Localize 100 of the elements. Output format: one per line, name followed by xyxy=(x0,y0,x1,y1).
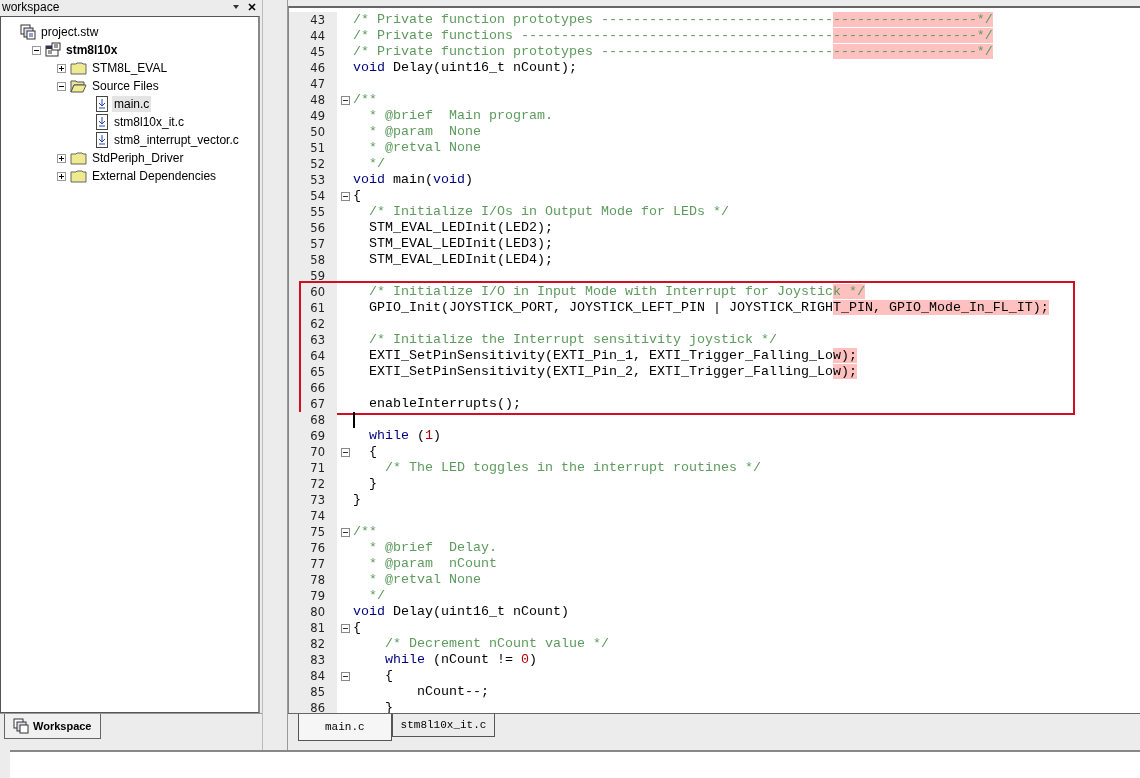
tree-item[interactable]: StdPeriph_Driver xyxy=(90,150,186,166)
line-number: 63 xyxy=(289,332,337,348)
tree-item[interactable]: stm8_interrupt_vector.c xyxy=(112,132,241,148)
code-line: nCount--; xyxy=(416,684,489,700)
line-number: 75 xyxy=(289,524,337,540)
tree-item[interactable]: STM8L_EVAL xyxy=(90,60,170,76)
line-number: 69 xyxy=(289,428,337,444)
workspace-icon xyxy=(20,24,36,40)
line-number: 56 xyxy=(289,220,337,236)
code-line: STM_EVAL_LEDInit(LED4); xyxy=(368,252,553,268)
file-tab[interactable]: main.c xyxy=(298,714,392,741)
line-number: 85 xyxy=(289,684,337,700)
line-number: 66 xyxy=(289,380,337,396)
code-line: /* Initialize I/Os in Output Mode for LEDs */ xyxy=(368,204,729,220)
line-number: 77 xyxy=(289,556,337,572)
line-number: 58 xyxy=(289,252,337,268)
code-line: } xyxy=(353,492,361,508)
tree-item[interactable]: main.c xyxy=(112,96,152,112)
line-number: 82 xyxy=(289,636,337,652)
file-tab[interactable]: stm8l10x_it.c xyxy=(391,714,496,737)
line-number: 67 xyxy=(289,396,337,412)
line-number: 47 xyxy=(289,76,337,92)
code-line: while (nCount != 0) xyxy=(384,652,537,668)
line-number: 57 xyxy=(289,236,337,252)
source-file-icon xyxy=(95,96,109,112)
collapse-icon[interactable] xyxy=(56,81,66,91)
code-line: /** xyxy=(353,92,377,108)
workspace-tab[interactable]: Workspace xyxy=(4,714,101,739)
code-line: * @param nCount xyxy=(368,556,497,572)
code-line: void Delay(uint16_t nCount); xyxy=(353,60,577,76)
line-number: 74 xyxy=(289,508,337,524)
code-line: */ xyxy=(368,156,385,172)
line-number: 46 xyxy=(289,60,337,76)
line-number: 59 xyxy=(289,268,337,284)
line-number: 81 xyxy=(289,620,337,636)
line-number: 64 xyxy=(289,348,337,364)
line-number: 80 xyxy=(289,604,337,620)
fold-icon[interactable] xyxy=(340,95,350,105)
tree-item[interactable]: stm8l10x xyxy=(64,42,120,58)
line-number: 65 xyxy=(289,364,337,380)
close-icon[interactable] xyxy=(248,3,256,11)
workspace-icon xyxy=(13,718,29,734)
code-line: EXTI_SetPinSensitivity(EXTI_Pin_2, EXTI_Trigger_Falling_Low); xyxy=(368,364,857,380)
line-number: 72 xyxy=(289,476,337,492)
tree-item[interactable]: stm8l10x_it.c xyxy=(112,114,187,130)
pin-icon[interactable] xyxy=(232,4,240,10)
line-number: 70 xyxy=(289,444,337,460)
line-number: 71 xyxy=(289,460,337,476)
line-number: 68 xyxy=(289,412,337,428)
code-line: /* Private function prototypes -----------------------------------------------*/ xyxy=(353,44,993,60)
code-line: STM_EVAL_LEDInit(LED2); xyxy=(368,220,553,236)
line-number: 44 xyxy=(289,28,337,44)
line-number: 83 xyxy=(289,652,337,668)
line-number: 55 xyxy=(289,204,337,220)
code-editor[interactable] xyxy=(288,6,1140,713)
expand-icon[interactable] xyxy=(56,63,66,73)
code-line: { xyxy=(384,668,393,684)
project-icon xyxy=(45,42,61,58)
tree-item[interactable]: External Dependencies xyxy=(90,168,219,184)
expand-icon[interactable] xyxy=(56,153,66,163)
line-number: 84 xyxy=(289,668,337,684)
line-number: 48 xyxy=(289,92,337,108)
line-number: 60 xyxy=(289,284,337,300)
tree-item[interactable]: Source Files xyxy=(90,78,161,94)
fold-icon[interactable] xyxy=(340,671,350,681)
open-folder-icon xyxy=(70,79,87,93)
collapse-icon[interactable] xyxy=(31,45,41,55)
code-line: { xyxy=(368,444,377,460)
line-number: 45 xyxy=(289,44,337,60)
fold-icon[interactable] xyxy=(340,191,350,201)
line-number: 52 xyxy=(289,156,337,172)
folder-icon xyxy=(70,61,87,75)
fold-icon[interactable] xyxy=(340,527,350,537)
code-line: enableInterrupts(); xyxy=(368,396,521,412)
panel-title: workspace xyxy=(2,0,61,14)
line-number: 50 xyxy=(289,124,337,140)
line-number: 54 xyxy=(289,188,337,204)
line-number: 51 xyxy=(289,140,337,156)
line-number: 78 xyxy=(289,572,337,588)
code-line: while (1) xyxy=(368,428,441,444)
code-line: * @brief Delay. xyxy=(368,540,497,556)
code-line: /* Private function prototypes -----------------------------------------------*/ xyxy=(353,12,993,28)
code-line: * @retval None xyxy=(368,140,481,156)
code-line: EXTI_SetPinSensitivity(EXTI_Pin_1, EXTI_Trigger_Falling_Low); xyxy=(368,348,857,364)
code-line: } xyxy=(368,476,377,492)
expand-icon[interactable] xyxy=(56,171,66,181)
tree-item[interactable]: project.stw xyxy=(39,24,101,40)
folder-icon xyxy=(70,151,87,165)
code-line: /** xyxy=(353,524,377,540)
code-line: * @retval None xyxy=(368,572,481,588)
line-number: 73 xyxy=(289,492,337,508)
code-line: } xyxy=(384,700,393,713)
line-number: 61 xyxy=(289,300,337,316)
code-line: void Delay(uint16_t nCount) xyxy=(353,604,569,620)
line-number: 86 xyxy=(289,700,337,713)
fold-icon[interactable] xyxy=(340,447,350,457)
fold-icon[interactable] xyxy=(340,623,350,633)
code-line: void main(void) xyxy=(353,172,473,188)
code-line: STM_EVAL_LEDInit(LED3); xyxy=(368,236,553,252)
line-number: 53 xyxy=(289,172,337,188)
